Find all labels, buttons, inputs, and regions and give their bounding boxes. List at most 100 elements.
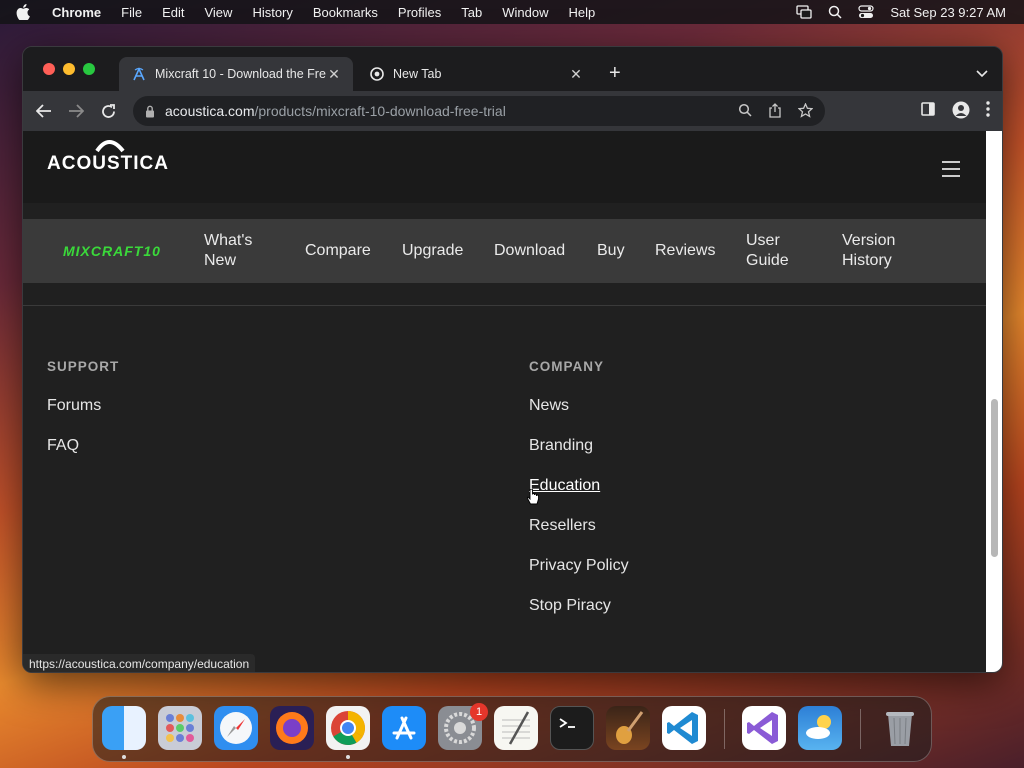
zoom-window-button[interactable] [83,63,95,75]
weather-icon[interactable] [798,706,842,750]
forward-arrow-icon[interactable] [65,100,87,122]
tab-search-chevron-icon[interactable] [976,65,988,83]
tab-strip: Mixcraft 10 - Download the Fre ✕ New Tab… [23,47,1002,91]
nav-label: Version [842,232,896,249]
link-forums[interactable]: Forums [47,397,101,415]
new-tab-plus-icon[interactable]: + [609,63,621,83]
app-store-icon[interactable] [382,706,426,750]
menu-bar: Chrome File Edit View History Bookmarks … [0,0,1024,24]
menu-view[interactable]: View [204,5,232,20]
apple-icon[interactable] [16,4,38,20]
tab-title: New Tab [393,67,442,81]
finder-icon[interactable] [102,706,146,750]
lock-icon[interactable] [145,105,155,118]
menu-file[interactable]: File [121,5,142,20]
close-tab-icon[interactable]: ✕ [327,66,341,83]
acoustica-favicon-icon [131,66,147,82]
terminal-icon[interactable] [550,706,594,750]
company-heading: COMPANY [529,359,605,374]
menu-edit[interactable]: Edit [162,5,184,20]
section-divider [23,305,988,306]
share-icon[interactable] [768,103,782,121]
chrome-icon[interactable] [326,706,370,750]
url-host: acoustica.com [165,103,255,119]
acoustica-logo-arc-icon [95,140,125,153]
window-controls [43,63,95,75]
nav-reviews[interactable]: Reviews [655,241,715,261]
nav-compare[interactable]: Compare [305,241,371,261]
menu-window[interactable]: Window [502,5,548,20]
back-arrow-icon[interactable] [33,100,55,122]
garageband-icon[interactable] [606,706,650,750]
settings-notification-badge: 1 [470,703,488,721]
nav-label: History [842,252,892,269]
visual-studio-icon[interactable] [742,706,786,750]
chrome-favicon-icon [369,66,385,82]
bookmark-star-icon[interactable] [797,102,814,121]
menu-profiles[interactable]: Profiles [398,5,441,20]
menu-tab[interactable]: Tab [461,5,482,20]
tab-new-tab[interactable]: New Tab ✕ [357,57,595,91]
dock-separator [724,709,725,749]
spotlight-search-icon[interactable] [828,5,842,19]
control-center-icon[interactable] [858,5,874,19]
nav-label: New [204,252,237,269]
profile-avatar-icon[interactable] [952,101,970,124]
browser-toolbar: acoustica.com/products/mixcraft-10-downl… [23,91,1002,131]
product-nav: MIXCRAFT10 What's New Compare Upgrade Do… [23,219,988,283]
running-indicator [346,755,350,759]
more-options-icon[interactable] [986,101,990,124]
nav-label: Guide [746,252,789,269]
address-bar[interactable]: acoustica.com/products/mixcraft-10-downl… [133,96,825,126]
hand-pointer-cursor-icon [526,489,539,505]
nav-label: What's [204,232,253,249]
link-privacy-policy[interactable]: Privacy Policy [529,557,629,575]
page-scrollbar[interactable] [986,131,1002,672]
menubar-clock[interactable]: Sat Sep 23 9:27 AM [890,5,1006,20]
dock-separator [860,709,861,749]
nav-version-history[interactable]: Version History [842,231,895,271]
nav-label: User [746,232,780,249]
support-heading: SUPPORT [47,359,120,374]
menu-app-chrome[interactable]: Chrome [52,5,101,20]
link-resellers[interactable]: Resellers [529,517,596,535]
safari-icon[interactable] [214,706,258,750]
menu-history[interactable]: History [252,5,292,20]
menu-help[interactable]: Help [569,5,596,20]
site-header: ACOUSTICA [23,131,988,203]
link-status-bar: https://acoustica.com/company/education [23,654,256,672]
nav-user-guide[interactable]: User Guide [746,231,789,271]
running-indicator [122,755,126,759]
web-page: ACOUSTICA MIXCRAFT10 What's New Compare … [23,131,988,672]
mixcraft-logo[interactable]: MIXCRAFT10 [63,243,161,259]
trash-icon[interactable] [878,706,922,750]
hamburger-menu-icon[interactable] [942,161,960,182]
browser-window: Mixcraft 10 - Download the Fre ✕ New Tab… [22,46,1003,673]
nav-whats-new[interactable]: What's New [204,231,252,271]
acoustica-logo[interactable]: ACOUSTICA [47,153,169,175]
firefox-icon[interactable] [270,706,314,750]
tab-mixcraft[interactable]: Mixcraft 10 - Download the Fre ✕ [119,57,353,91]
tab-title: Mixcraft 10 - Download the Fre [155,67,326,81]
link-news[interactable]: News [529,397,569,415]
scrollbar-thumb[interactable] [991,399,998,557]
link-faq[interactable]: FAQ [47,437,79,455]
nav-buy[interactable]: Buy [597,241,625,261]
nav-download[interactable]: Download [494,241,565,261]
reload-icon[interactable] [97,100,119,122]
side-panel-icon[interactable] [920,101,936,124]
minimize-window-button[interactable] [63,63,75,75]
dock: 1 [92,696,932,762]
launchpad-icon[interactable] [158,706,202,750]
zoom-search-icon[interactable] [738,103,752,121]
close-tab-icon[interactable]: ✕ [569,66,583,83]
link-branding[interactable]: Branding [529,437,593,455]
url-path: /products/mixcraft-10-download-free-tria… [254,103,506,119]
link-stop-piracy[interactable]: Stop Piracy [529,597,611,615]
close-window-button[interactable] [43,63,55,75]
vscode-icon[interactable] [662,706,706,750]
menu-bookmarks[interactable]: Bookmarks [313,5,378,20]
screen-mirroring-icon[interactable] [796,5,813,19]
textedit-icon[interactable] [494,706,538,750]
nav-upgrade[interactable]: Upgrade [402,241,463,261]
